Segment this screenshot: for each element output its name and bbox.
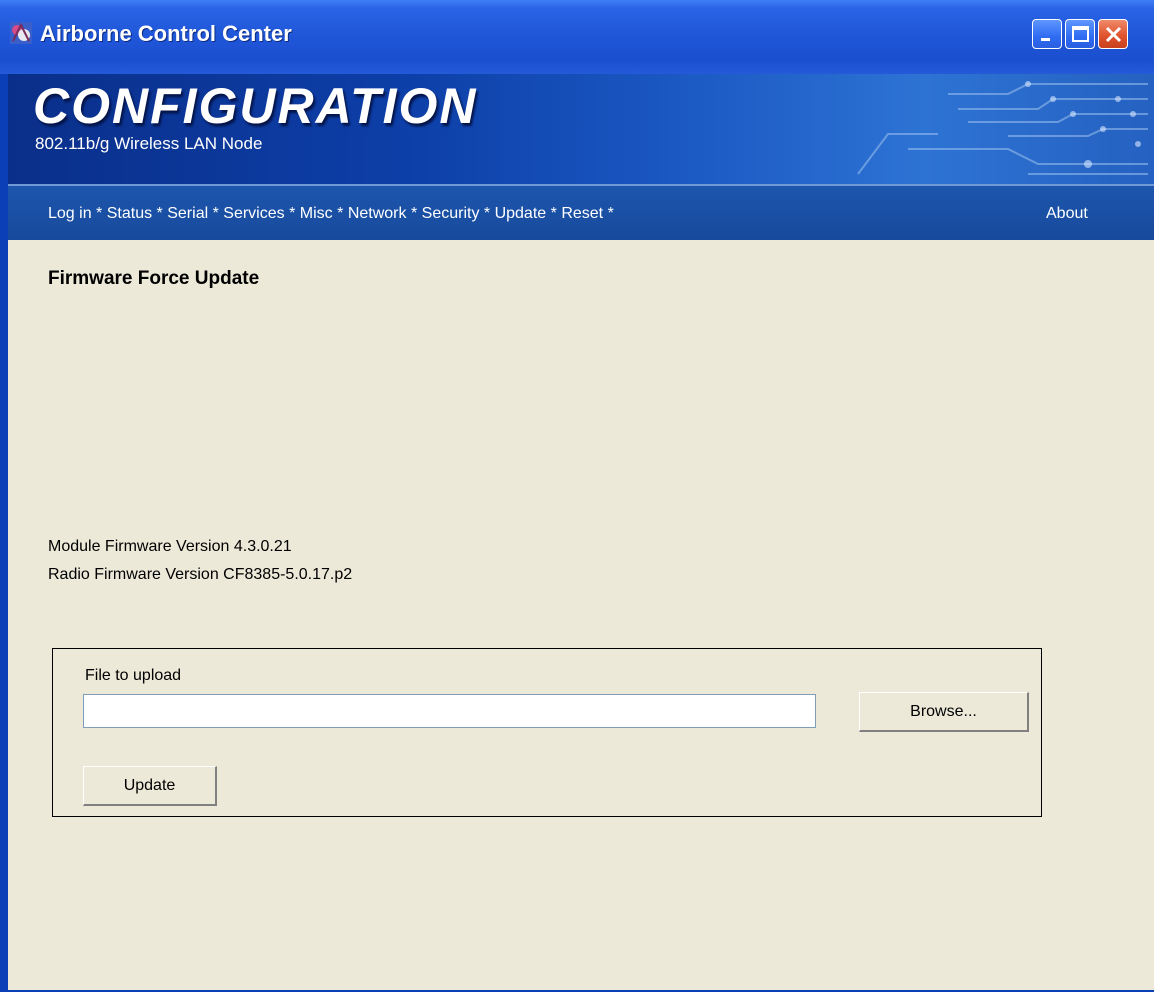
circuit-pattern-graphic: [857, 81, 1148, 175]
nav-item-security[interactable]: Security *: [422, 205, 495, 222]
nav-item-misc[interactable]: Misc *: [300, 205, 348, 222]
app-window: Airborne Control Center CONFIGURATION 80…: [0, 0, 1154, 992]
nav-item-serial[interactable]: Serial *: [167, 205, 223, 222]
close-icon: [1105, 26, 1122, 43]
upload-form: File to upload Browse... Update: [52, 648, 1042, 817]
module-firmware-version: Module Firmware Version 4.3.0.21: [48, 538, 292, 555]
file-upload-label: File to upload: [85, 667, 182, 684]
nav-item-reset[interactable]: Reset *: [561, 205, 613, 222]
nav-item-update[interactable]: Update *: [495, 205, 562, 222]
close-button[interactable]: [1098, 19, 1128, 49]
maximize-icon: [1072, 26, 1089, 42]
nav-item-about[interactable]: About: [1046, 205, 1088, 223]
title-bar[interactable]: Airborne Control Center: [0, 0, 1154, 74]
file-path-input[interactable]: [83, 694, 816, 728]
banner-subtitle: 802.11b/g Wireless LAN Node: [35, 134, 263, 153]
radio-firmware-version: Radio Firmware Version CF8385-5.0.17.p2: [48, 566, 353, 583]
nav-item-log-in[interactable]: Log in *: [48, 205, 107, 222]
update-button[interactable]: Update: [83, 766, 217, 806]
banner-title: CONFIGURATION: [33, 78, 478, 134]
window-title: Airborne Control Center: [40, 21, 292, 46]
app-icon: [9, 21, 33, 45]
minimize-button[interactable]: [1032, 19, 1062, 49]
config-banner: CONFIGURATION 802.11b/g Wireless LAN Nod…: [8, 74, 1154, 184]
minimize-icon: [1041, 38, 1050, 41]
nav-item-network[interactable]: Network *: [348, 205, 422, 222]
nav-item-status[interactable]: Status *: [107, 205, 168, 222]
nav-links: Log in * Status * Serial * Services * Mi…: [48, 205, 614, 223]
main-content: Firmware Force Update Module Firmware Ve…: [8, 240, 1154, 990]
page-title: Firmware Force Update: [48, 268, 260, 289]
browse-button[interactable]: Browse...: [859, 692, 1029, 732]
maximize-button[interactable]: [1065, 19, 1095, 49]
top-nav: Log in * Status * Serial * Services * Mi…: [8, 184, 1154, 240]
nav-item-services[interactable]: Services *: [223, 205, 300, 222]
